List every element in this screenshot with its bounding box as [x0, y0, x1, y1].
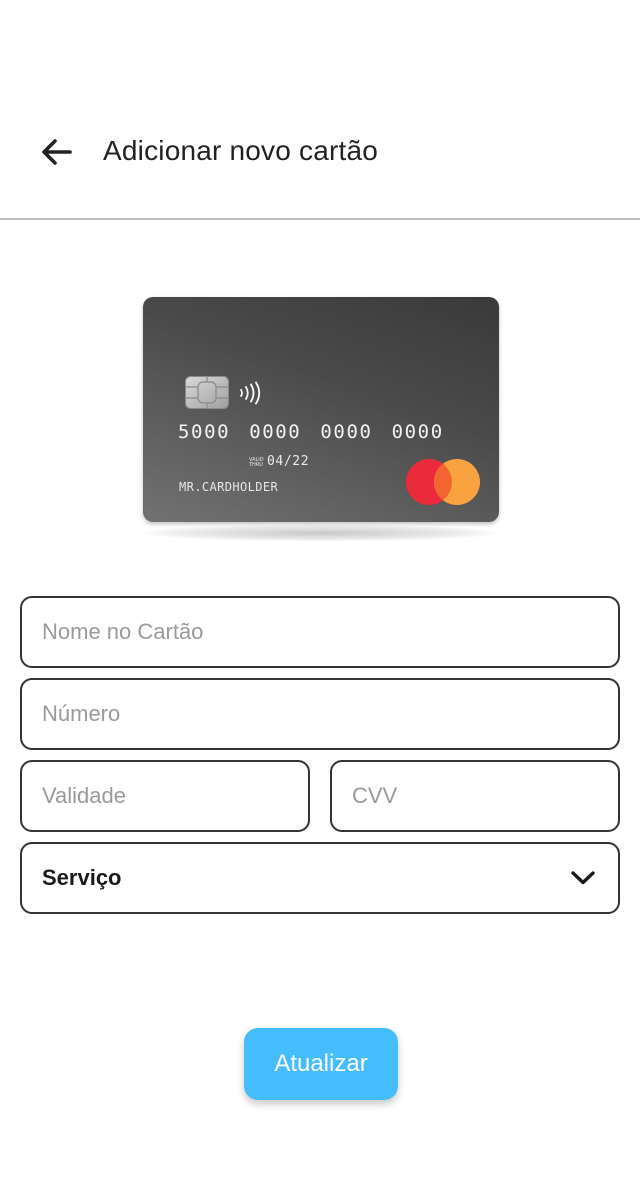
card-shadow [145, 525, 497, 541]
card-preview: 5000 0000 0000 0000 VALID THRU 04/22 MR.… [143, 297, 499, 547]
service-selected-value: Serviço [42, 865, 122, 890]
cvv-input[interactable] [352, 783, 618, 809]
chevron-down-icon [571, 871, 595, 885]
card-number-field[interactable] [20, 678, 620, 750]
valid-thru-label: VALID THRU [249, 457, 264, 468]
service-select[interactable]: Serviço [20, 842, 620, 914]
arrow-left-icon [42, 139, 72, 165]
chip-icon [185, 376, 229, 409]
card-name-field[interactable] [20, 596, 620, 668]
credit-card: 5000 0000 0000 0000 VALID THRU 04/22 MR.… [143, 297, 499, 522]
contactless-icon [240, 381, 261, 405]
card-holder: MR.CARDHOLDER [179, 480, 279, 494]
cvv-field[interactable] [330, 760, 620, 832]
card-name-input[interactable] [42, 619, 618, 645]
back-button[interactable] [32, 130, 80, 174]
card-expiry: 04/22 [267, 454, 310, 469]
validity-field[interactable] [20, 760, 310, 832]
add-card-screen: Adicionar novo cartão 5000 0000 0000 000… [0, 0, 640, 1200]
validity-input[interactable] [42, 783, 308, 809]
card-number-input[interactable] [42, 701, 618, 727]
app-header: Adicionar novo cartão [0, 0, 640, 220]
mastercard-logo-icon [406, 459, 480, 505]
card-number: 5000 0000 0000 0000 [178, 421, 444, 443]
page-title: Adicionar novo cartão [103, 135, 379, 166]
update-button[interactable]: Atualizar [244, 1028, 398, 1100]
